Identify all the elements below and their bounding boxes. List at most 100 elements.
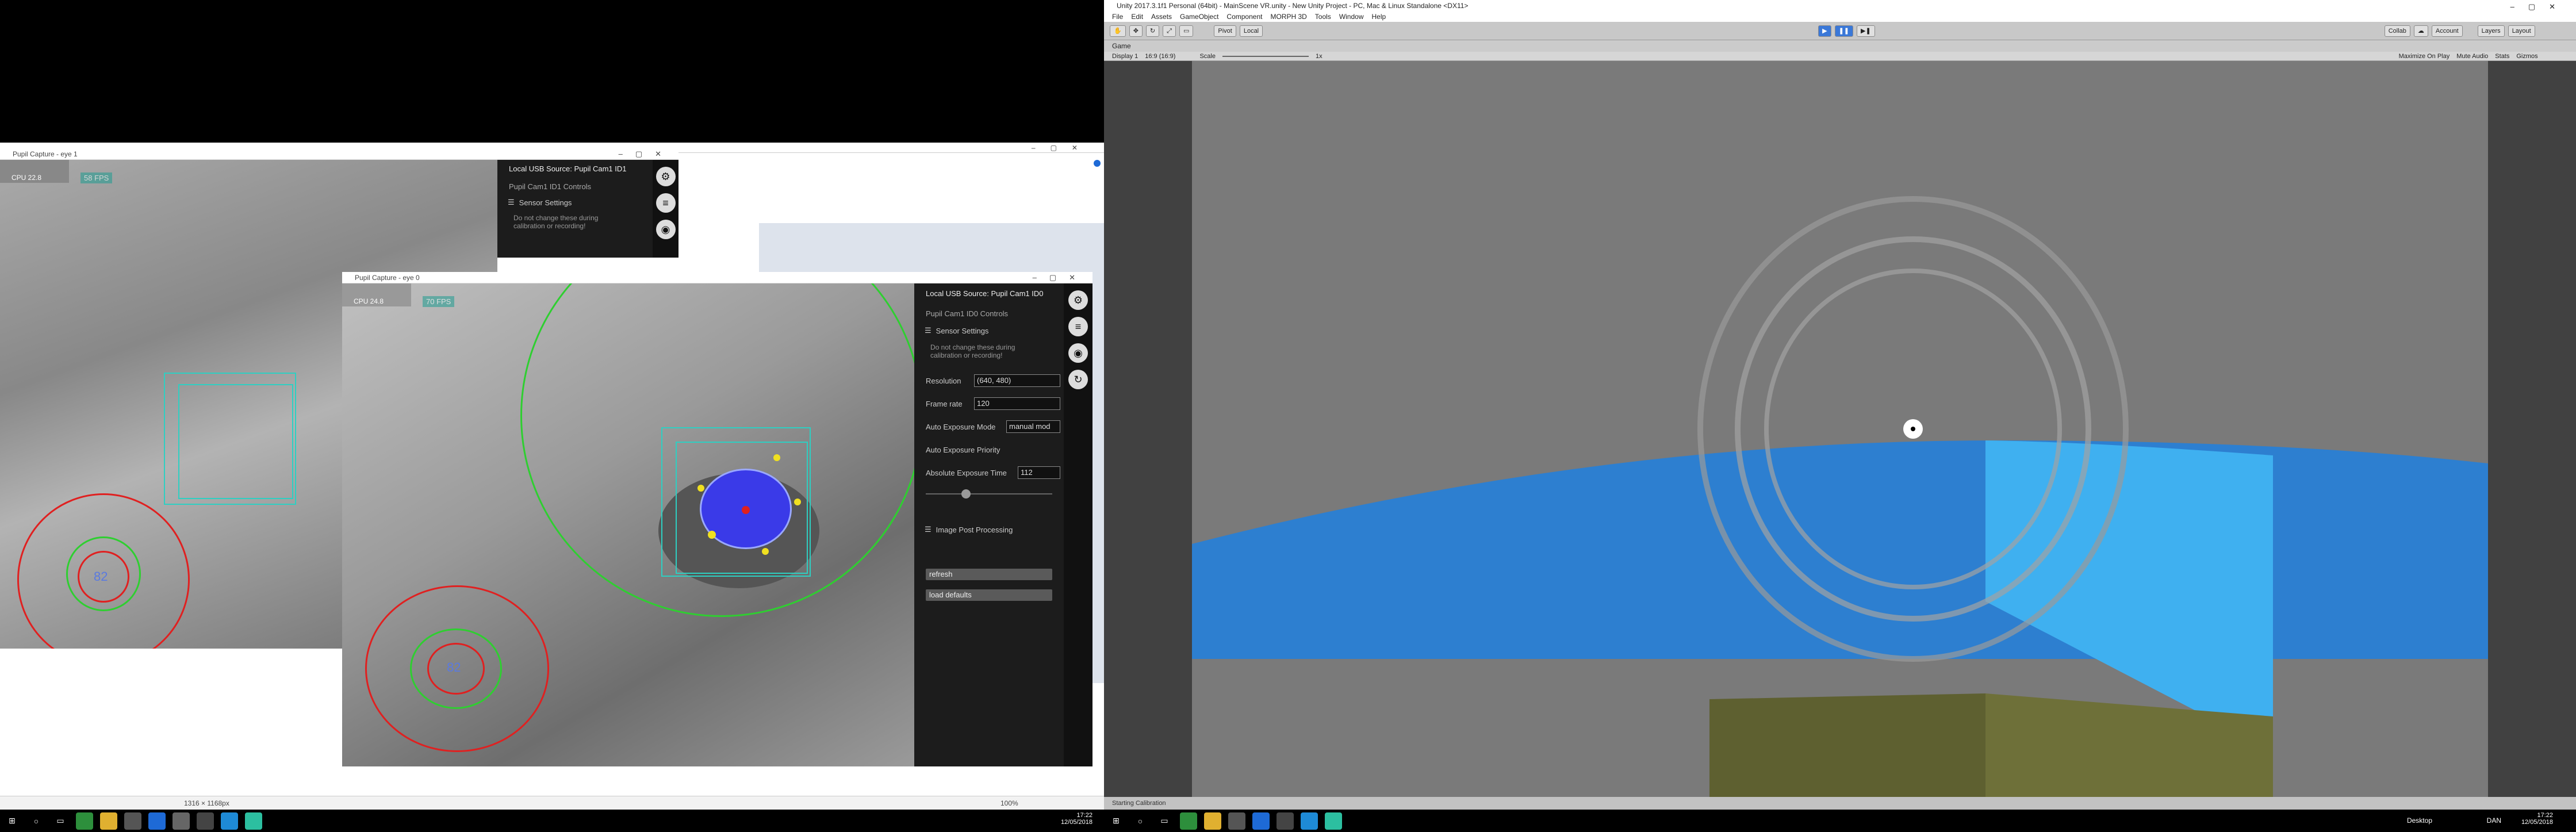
step-button[interactable]: ▶❚ bbox=[1857, 25, 1875, 37]
eye0-window-controls[interactable]: –▢✕ bbox=[1033, 272, 1088, 283]
settings-icon[interactable] bbox=[1276, 812, 1294, 830]
layers-button[interactable]: Layers bbox=[2477, 25, 2505, 37]
app-icon[interactable] bbox=[148, 812, 166, 830]
folder-icon[interactable] bbox=[1204, 812, 1221, 830]
scale-tool-icon[interactable]: ⤢ bbox=[1163, 25, 1176, 37]
eye0-title: Pupil Capture - eye 0 bbox=[355, 274, 420, 282]
resolution-select[interactable]: (640, 480) bbox=[974, 374, 1060, 387]
unity-icon[interactable] bbox=[124, 812, 141, 830]
desktop-label[interactable]: Desktop bbox=[2407, 816, 2432, 825]
gear-icon[interactable]: ⚙ bbox=[1068, 290, 1088, 310]
unity-icon[interactable] bbox=[1228, 812, 1245, 830]
eye0-glint bbox=[794, 499, 801, 505]
eye0-note: Do not change these during calibration o… bbox=[930, 343, 1015, 359]
unity-window-controls[interactable]: –▢✕ bbox=[2510, 1, 2569, 13]
menu-morph3d[interactable]: MORPH 3D bbox=[1270, 11, 1306, 22]
layout-button[interactable]: Layout bbox=[2508, 25, 2535, 37]
stats-toggle[interactable]: Stats bbox=[2495, 52, 2509, 60]
eye1-circle-label: 82 bbox=[94, 569, 108, 584]
menu-assets[interactable]: Assets bbox=[1151, 11, 1172, 22]
scale-label: Scale bbox=[1199, 53, 1216, 60]
lang-label[interactable]: DAN bbox=[2487, 816, 2501, 825]
task-view-icon[interactable]: ▭ bbox=[52, 812, 69, 830]
eye0-iconbar: ⚙ ≡ ◉ ↻ bbox=[1064, 283, 1092, 766]
info-icon[interactable] bbox=[1094, 160, 1101, 167]
vscode-icon[interactable] bbox=[1301, 812, 1318, 830]
chrome-icon[interactable] bbox=[1180, 812, 1197, 830]
load-defaults-button[interactable]: load defaults bbox=[926, 589, 1052, 601]
pivot-button[interactable]: Pivot bbox=[1214, 25, 1236, 37]
eye1-sensor-settings: Sensor Settings bbox=[519, 198, 572, 207]
eye0-glint bbox=[697, 485, 704, 492]
eye0-source: Local USB Source: Pupil Cam1 ID0 bbox=[926, 289, 1044, 298]
scale-slider[interactable] bbox=[1222, 56, 1309, 57]
framerate-select[interactable]: 120 bbox=[974, 397, 1060, 410]
auto-exposure-mode-select[interactable]: manual mod bbox=[1006, 420, 1060, 433]
windows-start-icon[interactable]: ⊞ bbox=[3, 812, 21, 830]
auto-exposure-priority-field[interactable]: Auto Exposure Priority bbox=[926, 442, 1064, 457]
search-icon[interactable]: ○ bbox=[28, 812, 45, 830]
cloud-icon[interactable]: ☁ bbox=[2413, 25, 2428, 37]
pause-button[interactable]: ❚❚ bbox=[1834, 25, 1854, 37]
eye0-camera-view[interactable]: CPU 24.8 70 FPS 82 bbox=[342, 283, 914, 766]
eye0-sensor-settings: Sensor Settings bbox=[936, 326, 989, 335]
slider-thumb[interactable] bbox=[961, 489, 971, 499]
menu-edit[interactable]: Edit bbox=[1131, 11, 1143, 22]
eye1-window-controls[interactable]: –▢✕ bbox=[619, 148, 674, 160]
search-icon[interactable]: ○ bbox=[1132, 812, 1149, 830]
app2-icon[interactable] bbox=[1325, 812, 1342, 830]
left-date: 12/05/2018 bbox=[1060, 819, 1092, 826]
app-icon[interactable] bbox=[1252, 812, 1270, 830]
folder-icon[interactable] bbox=[100, 812, 117, 830]
eye0-window: Pupil Capture - eye 0 –▢✕ CPU 24.8 70 FP… bbox=[342, 272, 1092, 772]
image-post-header[interactable]: ☰ Image Post Processing bbox=[914, 523, 1064, 536]
collab-button[interactable]: Collab bbox=[2384, 25, 2410, 37]
menu-gameobject[interactable]: GameObject bbox=[1180, 11, 1218, 22]
rotate-tool-icon[interactable]: ↻ bbox=[1145, 25, 1160, 37]
gizmos-toggle[interactable]: Gizmos bbox=[2516, 52, 2537, 60]
chrome-icon[interactable] bbox=[76, 812, 93, 830]
game-view[interactable] bbox=[1192, 61, 2488, 797]
menu-file[interactable]: File bbox=[1112, 11, 1123, 22]
refresh-button[interactable]: refresh bbox=[926, 569, 1052, 580]
eye0-controls[interactable]: Pupil Cam1 ID0 Controls bbox=[914, 304, 1064, 324]
game-tab[interactable]: Game bbox=[1104, 40, 2576, 52]
play-button[interactable]: ▶ bbox=[1818, 25, 1831, 37]
eye0-sensor-settings-header[interactable]: ☰ Sensor Settings bbox=[914, 324, 1064, 338]
menu-tools[interactable]: Tools bbox=[1315, 11, 1331, 22]
game-viewport-frame bbox=[1104, 61, 2576, 797]
hand-tool-icon[interactable]: ✋ bbox=[1110, 25, 1126, 37]
bg-window-controls[interactable]: –▢✕ bbox=[1032, 144, 1092, 152]
camera-icon[interactable]: ◉ bbox=[1068, 343, 1088, 363]
menu-icon[interactable]: ≡ bbox=[656, 193, 676, 213]
eye1-controls[interactable]: Pupil Cam1 ID1 Controls bbox=[497, 178, 658, 195]
gear-icon[interactable]: ⚙ bbox=[656, 167, 676, 186]
maximize-on-play-toggle[interactable]: Maximize On Play bbox=[2399, 52, 2450, 60]
eye1-source: Local USB Source: Pupil Cam1 ID1 bbox=[509, 164, 627, 173]
eye0-fps: 70 FPS bbox=[423, 296, 455, 307]
app2-icon[interactable] bbox=[245, 812, 262, 830]
local-button[interactable]: Local bbox=[1239, 25, 1263, 37]
exposure-slider[interactable] bbox=[926, 488, 1052, 500]
pupil-icon[interactable] bbox=[172, 812, 190, 830]
mute-audio-toggle[interactable]: Mute Audio bbox=[2456, 52, 2488, 60]
abs-exposure-input[interactable]: 112 bbox=[1018, 466, 1060, 479]
eye1-sensor-settings-header[interactable]: ☰ Sensor Settings bbox=[497, 195, 658, 209]
menu-icon[interactable]: ≡ bbox=[1068, 317, 1088, 336]
menu-component[interactable]: Component bbox=[1226, 11, 1262, 22]
account-button[interactable]: Account bbox=[2431, 25, 2463, 37]
menu-help[interactable]: Help bbox=[1372, 11, 1386, 22]
task-view-icon[interactable]: ▭ bbox=[1156, 812, 1173, 830]
vscode-icon[interactable] bbox=[221, 812, 238, 830]
refresh-icon[interactable]: ↻ bbox=[1068, 370, 1088, 389]
move-tool-icon[interactable]: ✥ bbox=[1129, 25, 1143, 37]
display-select[interactable]: Display 1 bbox=[1112, 52, 1138, 60]
menu-window[interactable]: Window bbox=[1339, 11, 1364, 22]
aspect-select[interactable]: 16:9 (16:9) bbox=[1145, 52, 1175, 60]
windows-start-icon[interactable]: ⊞ bbox=[1107, 812, 1125, 830]
rect-tool-icon[interactable]: ▭ bbox=[1179, 25, 1194, 37]
right-taskbar: ⊞ ○ ▭ Desktop DAN 17:22 12/05/2018 bbox=[1104, 810, 2576, 832]
settings-icon[interactable] bbox=[197, 812, 214, 830]
camera-icon[interactable]: ◉ bbox=[656, 220, 676, 239]
game-view-bar: Display 1 16:9 (16:9) Scale 1x Maximize … bbox=[1104, 52, 2576, 61]
